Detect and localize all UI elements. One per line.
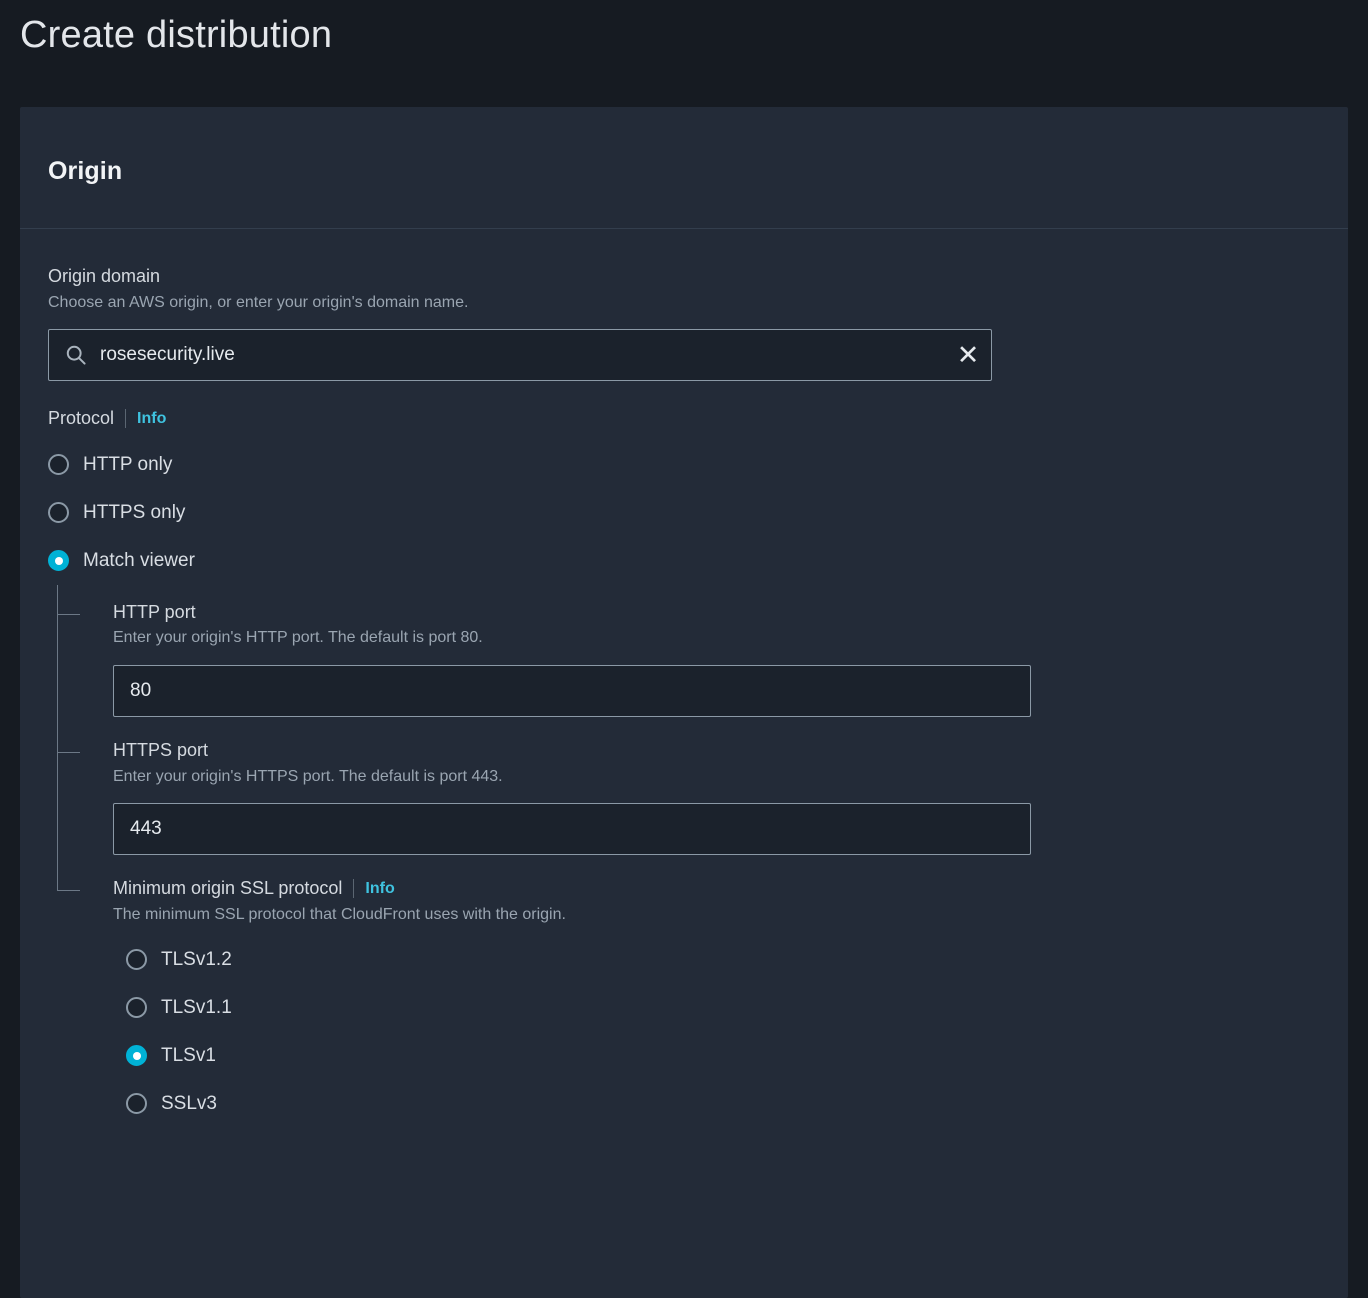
origin-card-header: Origin <box>20 107 1348 229</box>
label-divider <box>125 409 126 428</box>
origin-section-title: Origin <box>48 157 1348 186</box>
https-port-input[interactable]: 443 <box>113 803 1031 855</box>
protocol-field: Protocol Info HTTP only HTTPS only <box>48 407 1320 1127</box>
radio-tlsv1-2[interactable]: TLSv1.2 <box>126 936 1320 984</box>
radio-label: TLSv1.1 <box>161 997 232 1019</box>
origin-card-body: Origin domain Choose an AWS origin, or e… <box>20 229 1348 1128</box>
radio-tlsv1-1[interactable]: TLSv1.1 <box>126 984 1320 1032</box>
protocol-label: Protocol <box>48 407 114 430</box>
radio-label: HTTPS only <box>83 502 185 524</box>
https-port-label: HTTPS port <box>113 739 1320 762</box>
origin-card: Origin Origin domain Choose an AWS origi… <box>20 107 1348 1298</box>
origin-domain-description: Choose an AWS origin, or enter your orig… <box>48 293 1320 314</box>
min-ssl-protocol-field: Minimum origin SSL protocol Info The min… <box>113 877 1320 1127</box>
radio-label: TLSv1.2 <box>161 949 232 971</box>
protocol-nested-options: HTTP port Enter your origin's HTTP port.… <box>57 585 1320 1128</box>
http-port-label: HTTP port <box>113 601 1320 624</box>
radio-tlsv1[interactable]: TLSv1 <box>126 1032 1320 1080</box>
min-ssl-description: The minimum SSL protocol that CloudFront… <box>113 905 1320 926</box>
http-port-description: Enter your origin's HTTP port. The defau… <box>113 628 1320 649</box>
clear-icon[interactable]: ✕ <box>945 330 991 380</box>
protocol-info-link[interactable]: Info <box>137 410 166 428</box>
radio-label: TLSv1 <box>161 1045 216 1067</box>
http-port-field: HTTP port Enter your origin's HTTP port.… <box>113 601 1320 717</box>
min-ssl-info-link[interactable]: Info <box>365 880 394 898</box>
radio-label: SSLv3 <box>161 1093 217 1115</box>
min-ssl-label: Minimum origin SSL protocol <box>113 877 342 900</box>
origin-domain-label: Origin domain <box>48 265 1320 288</box>
radio-label: Match viewer <box>83 550 195 572</box>
radio-http-only[interactable]: HTTP only <box>48 441 1320 489</box>
http-port-input[interactable]: 80 <box>113 665 1031 717</box>
min-ssl-radio-group: TLSv1.2 TLSv1.1 TLSv1 <box>126 936 1320 1128</box>
radio-match-viewer[interactable]: Match viewer <box>48 537 1320 585</box>
tree-branch-stub-last <box>57 890 80 891</box>
radio-indicator <box>126 1093 147 1114</box>
radio-indicator <box>48 502 69 523</box>
tree-branch-stub <box>57 752 80 753</box>
min-ssl-label-row: Minimum origin SSL protocol Info <box>113 877 1320 900</box>
radio-https-only[interactable]: HTTPS only <box>48 489 1320 537</box>
radio-indicator-selected <box>126 1045 147 1066</box>
radio-indicator <box>48 454 69 475</box>
search-icon <box>65 344 87 366</box>
protocol-radio-group: HTTP only HTTPS only Match viewer <box>48 441 1320 585</box>
origin-domain-value[interactable]: rosesecurity.live <box>100 344 945 366</box>
tree-branch-stub <box>57 614 80 615</box>
create-distribution-page: Create distribution Origin Origin domain… <box>0 0 1368 1298</box>
protocol-label-row: Protocol Info <box>48 407 1320 430</box>
radio-label: HTTP only <box>83 454 172 476</box>
page-title: Create distribution <box>20 14 332 57</box>
label-divider <box>353 879 354 898</box>
https-port-field: HTTPS port Enter your origin's HTTPS por… <box>113 739 1320 855</box>
radio-indicator <box>126 997 147 1018</box>
tree-connector-line <box>57 585 58 892</box>
radio-indicator-selected <box>48 550 69 571</box>
radio-sslv3[interactable]: SSLv3 <box>126 1080 1320 1128</box>
radio-indicator <box>126 949 147 970</box>
origin-domain-field: Origin domain Choose an AWS origin, or e… <box>48 265 1320 381</box>
origin-domain-input-wrapper[interactable]: rosesecurity.live ✕ <box>48 329 992 381</box>
https-port-description: Enter your origin's HTTPS port. The defa… <box>113 767 1320 788</box>
